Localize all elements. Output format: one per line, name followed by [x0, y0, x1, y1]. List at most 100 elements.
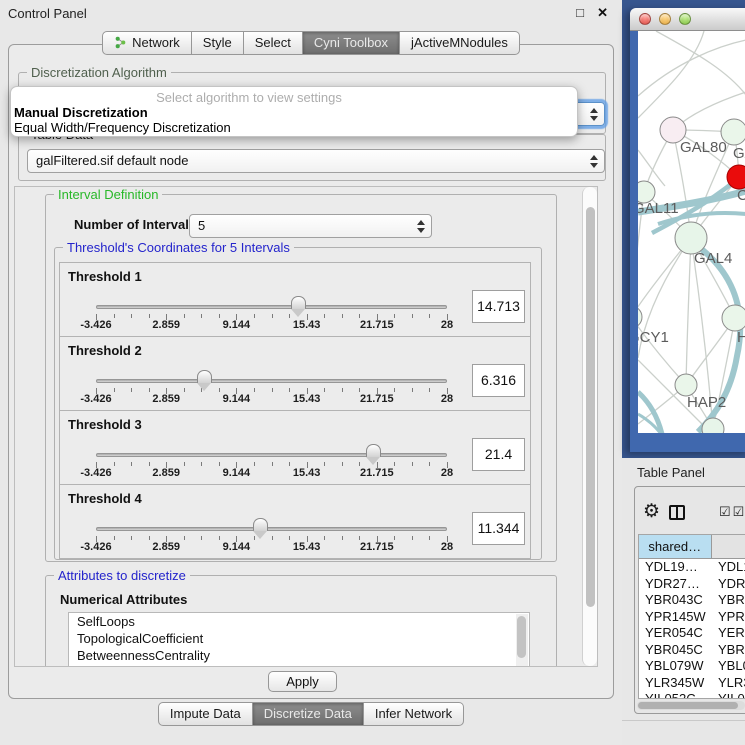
table-row[interactable]: YBR043CYBR0 — [639, 592, 745, 609]
settings-scrollbar[interactable] — [582, 187, 597, 666]
slider-track[interactable] — [96, 527, 447, 531]
threshold-value-field[interactable]: 14.713 — [472, 290, 525, 323]
slider-thumb[interactable] — [291, 296, 306, 309]
slider-tick-label: 9.144 — [223, 467, 251, 479]
slider-thumb[interactable] — [253, 518, 268, 531]
table-row[interactable]: YLR345WYLR3 — [639, 675, 745, 692]
table-row[interactable]: YER054CYER0 — [639, 625, 745, 642]
tab-label: Discretize Data — [264, 706, 352, 721]
table-row[interactable]: YIL052CYIL0 — [639, 691, 745, 698]
table-row[interactable]: YBR045CYBR0 — [639, 642, 745, 659]
slider-tick-label: -3.426 — [80, 393, 111, 405]
slider-tick — [184, 314, 185, 318]
tab-style[interactable]: Style — [192, 31, 244, 55]
network-edge — [638, 392, 662, 433]
network-node-hap2[interactable] — [675, 374, 697, 396]
control-panel-window: Control Panel □ ✕ NetworkStyleSelectCyni… — [0, 0, 622, 745]
node-label: GAL80 — [680, 139, 727, 156]
slider-tick-label: 21.715 — [360, 467, 394, 479]
slider-tick — [201, 314, 202, 318]
slider-track[interactable] — [96, 305, 447, 309]
settings-scrollbar-thumb[interactable] — [586, 207, 595, 607]
network-node-gcy1[interactable] — [638, 306, 642, 328]
slider-tick — [114, 388, 115, 392]
node-label: H — [737, 329, 745, 346]
table-panel-body: ⚙ ☑ ☑ shared…n YDL19…YDL1YDR27…YDR2YBR04… — [634, 486, 745, 714]
attributes-scrollbar[interactable] — [516, 614, 528, 667]
number-of-intervals-value: 5 — [198, 218, 205, 233]
control-panel-titlebar: Control Panel □ ✕ — [0, 0, 622, 26]
table-cell: YBL0 — [712, 658, 745, 675]
slider-tick — [342, 388, 343, 392]
table-row[interactable]: YDL19…YDL1 — [639, 559, 745, 576]
combo-stepper-icon[interactable] — [590, 108, 598, 121]
tab-network[interactable]: Network — [102, 31, 192, 55]
combo-stepper-icon[interactable] — [417, 220, 425, 233]
bottom-tab-impute-data[interactable]: Impute Data — [158, 702, 253, 726]
table-panel: Table Panel ⚙ ☑ ☑ shared…n YDL19…YDL1YDR… — [622, 458, 745, 745]
bottom-tab-discretize-data[interactable]: Discretize Data — [253, 702, 364, 726]
combo-stepper-icon[interactable] — [590, 155, 598, 168]
number-of-intervals-combobox[interactable]: 5 — [189, 214, 432, 238]
slider-thumb[interactable] — [366, 444, 381, 457]
table-row[interactable]: YPR145WYPR1 — [639, 609, 745, 626]
interval-definition-group: Interval Definition Number of Intervals … — [45, 194, 557, 562]
tab-select[interactable]: Select — [244, 31, 303, 55]
table-hscrollbar-thumb[interactable] — [638, 702, 738, 709]
slider-tick — [324, 314, 325, 318]
slider-tick — [149, 388, 150, 392]
slider-thumb[interactable] — [197, 370, 212, 383]
slider-track[interactable] — [96, 379, 447, 383]
zoom-traffic-light-icon[interactable] — [679, 13, 691, 25]
checkbox-checked-icon[interactable]: ☑ — [719, 504, 731, 520]
numerical-attributes-list[interactable]: SelfLoopsTopologicalCoefficientBetweenne… — [68, 612, 530, 667]
network-canvas[interactable]: GAL80GACGAL11GAL4GCY1HHAP2 — [638, 31, 745, 433]
network-node-h[interactable] — [722, 305, 745, 331]
attribute-item-betweennesscentrality[interactable]: BetweennessCentrality — [69, 647, 529, 664]
column-header-shared[interactable]: shared… — [639, 535, 712, 559]
threshold-value-field[interactable]: 6.316 — [472, 364, 525, 397]
popup-item-manual-discretization[interactable]: Manual Discretization — [11, 105, 577, 120]
table-row[interactable]: YDR27…YDR2 — [639, 576, 745, 593]
slider-tick — [254, 314, 255, 318]
bottom-tab-infer-network[interactable]: Infer Network — [364, 702, 464, 726]
slider-tick-label: 2.859 — [152, 467, 180, 479]
threshold-value-field[interactable]: 21.4 — [472, 438, 525, 471]
attribute-item-selfloops[interactable]: SelfLoops — [69, 613, 529, 630]
network-node-ga[interactable] — [721, 119, 745, 145]
close-traffic-light-icon[interactable] — [639, 13, 651, 25]
table-cell: YDR27… — [639, 576, 712, 593]
attributes-group-title: Attributes to discretize — [54, 568, 190, 583]
gear-icon[interactable]: ⚙ — [643, 500, 660, 523]
network-view-window[interactable]: GAL80GACGAL11GAL4GCY1HHAP2 — [630, 8, 745, 452]
tab-cyni-toolbox[interactable]: Cyni Toolbox — [303, 31, 400, 55]
slider-tick — [324, 536, 325, 540]
popup-item-equal-width-frequency-discretization[interactable]: Equal Width/Frequency Discretization — [11, 120, 577, 135]
slider-tick — [272, 388, 273, 392]
column-header-n[interactable]: n — [712, 535, 745, 559]
tab-jactivemnodules[interactable]: jActiveMNodules — [400, 31, 520, 55]
settings-scroll-viewport: Interval Definition Number of Intervals … — [14, 186, 598, 667]
slider-tick — [131, 314, 132, 318]
table-row[interactable]: YBL079WYBL0 — [639, 658, 745, 675]
thresholds-group-title: Threshold's Coordinates for 5 Intervals — [63, 240, 294, 255]
table-cell: YPR1 — [712, 609, 745, 626]
tab-label: Infer Network — [375, 706, 452, 721]
table-horizontal-scrollbar[interactable] — [637, 701, 745, 710]
threshold-value-field[interactable]: 11.344 — [472, 512, 525, 545]
attribute-item-topologicalcoefficient[interactable]: TopologicalCoefficient — [69, 630, 529, 647]
checkbox-checked-icon[interactable]: ☑ — [733, 504, 745, 520]
minimize-traffic-light-icon[interactable] — [659, 13, 671, 25]
network-window-titlebar[interactable] — [630, 8, 745, 31]
float-window-icon[interactable]: □ — [576, 5, 584, 20]
apply-button[interactable]: Apply — [268, 671, 337, 692]
columns-icon[interactable] — [669, 505, 685, 520]
attributes-scrollbar-thumb[interactable] — [517, 616, 526, 658]
slider-tick — [114, 314, 115, 318]
slider-track[interactable] — [96, 453, 447, 457]
table-cell: YPR145W — [639, 609, 712, 626]
table-data-combobox[interactable]: galFiltered.sif default node — [27, 149, 605, 173]
close-panel-icon[interactable]: ✕ — [597, 5, 608, 21]
slider-tick — [429, 314, 430, 318]
slider-tick — [272, 462, 273, 466]
